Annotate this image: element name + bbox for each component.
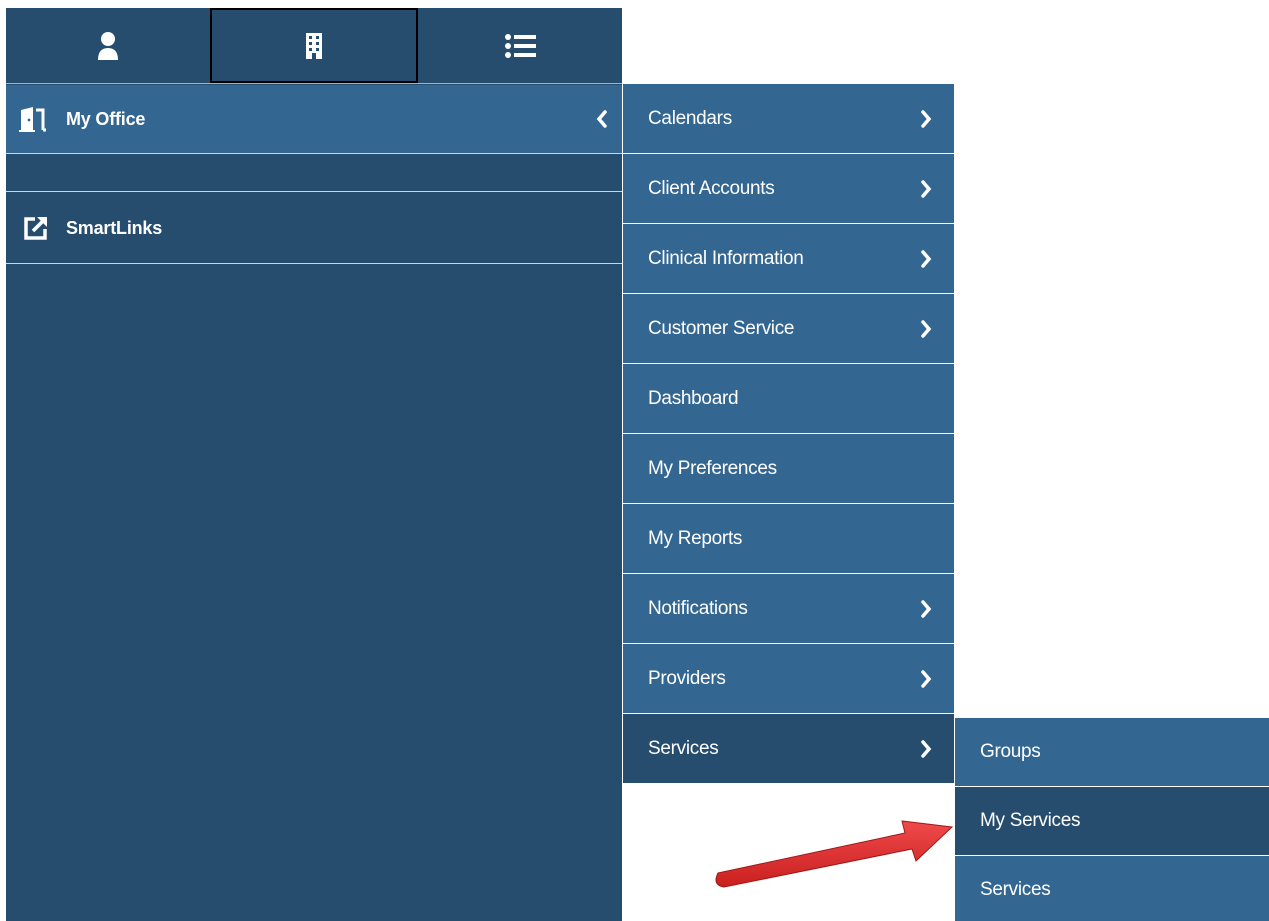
submenu-item-calendars[interactable]: Calendars — [623, 84, 954, 154]
tab-user[interactable] — [6, 8, 210, 83]
top-tab-bar — [6, 8, 622, 83]
chevron-right-icon — [898, 179, 954, 198]
submenu-item-my-reports[interactable]: My Reports — [623, 504, 954, 574]
building-icon — [306, 32, 322, 59]
submenu-item-groups[interactable]: Groups — [955, 718, 1269, 787]
submenu-item-customer-service[interactable]: Customer Service — [623, 294, 954, 364]
submenu-item-notifications[interactable]: Notifications — [623, 574, 954, 644]
collapse-chevron-icon[interactable] — [582, 110, 622, 128]
chevron-right-icon — [898, 249, 954, 268]
office-door-icon — [19, 107, 46, 132]
chevron-right-icon — [898, 669, 954, 688]
tab-divider — [6, 83, 622, 84]
sidebar: My Office SmartLinks — [6, 8, 622, 921]
chevron-right-icon — [898, 319, 954, 338]
my-office-submenu: Calendars Client Accounts Clinical Infor… — [623, 84, 954, 784]
user-icon — [98, 31, 118, 60]
list-icon — [505, 33, 536, 58]
submenu-item-my-services[interactable]: My Services — [955, 787, 1269, 856]
submenu-item-client-accounts[interactable]: Client Accounts — [623, 154, 954, 224]
tab-list[interactable] — [418, 8, 622, 83]
sidebar-item-my-office[interactable]: My Office — [6, 85, 622, 154]
submenu-item-services-list[interactable]: Services — [955, 856, 1269, 921]
sidebar-item-label: My Office — [66, 108, 146, 129]
annotation-arrow-icon — [715, 820, 954, 888]
submenu-item-dashboard[interactable]: Dashboard — [623, 364, 954, 434]
chevron-right-icon — [898, 109, 954, 128]
submenu-item-clinical-information[interactable]: Clinical Information — [623, 224, 954, 294]
external-link-icon — [24, 217, 47, 240]
services-submenu: Groups My Services Services — [955, 718, 1269, 921]
sidebar-empty-row — [6, 155, 622, 192]
sidebar-item-smartlinks[interactable]: SmartLinks — [6, 193, 622, 264]
tab-office[interactable] — [210, 8, 418, 83]
sidebar-item-label: SmartLinks — [66, 217, 163, 238]
chevron-right-icon — [898, 739, 954, 758]
submenu-item-my-preferences[interactable]: My Preferences — [623, 434, 954, 504]
submenu-item-services[interactable]: Services — [623, 714, 954, 784]
submenu-item-providers[interactable]: Providers — [623, 644, 954, 714]
chevron-right-icon — [898, 599, 954, 618]
